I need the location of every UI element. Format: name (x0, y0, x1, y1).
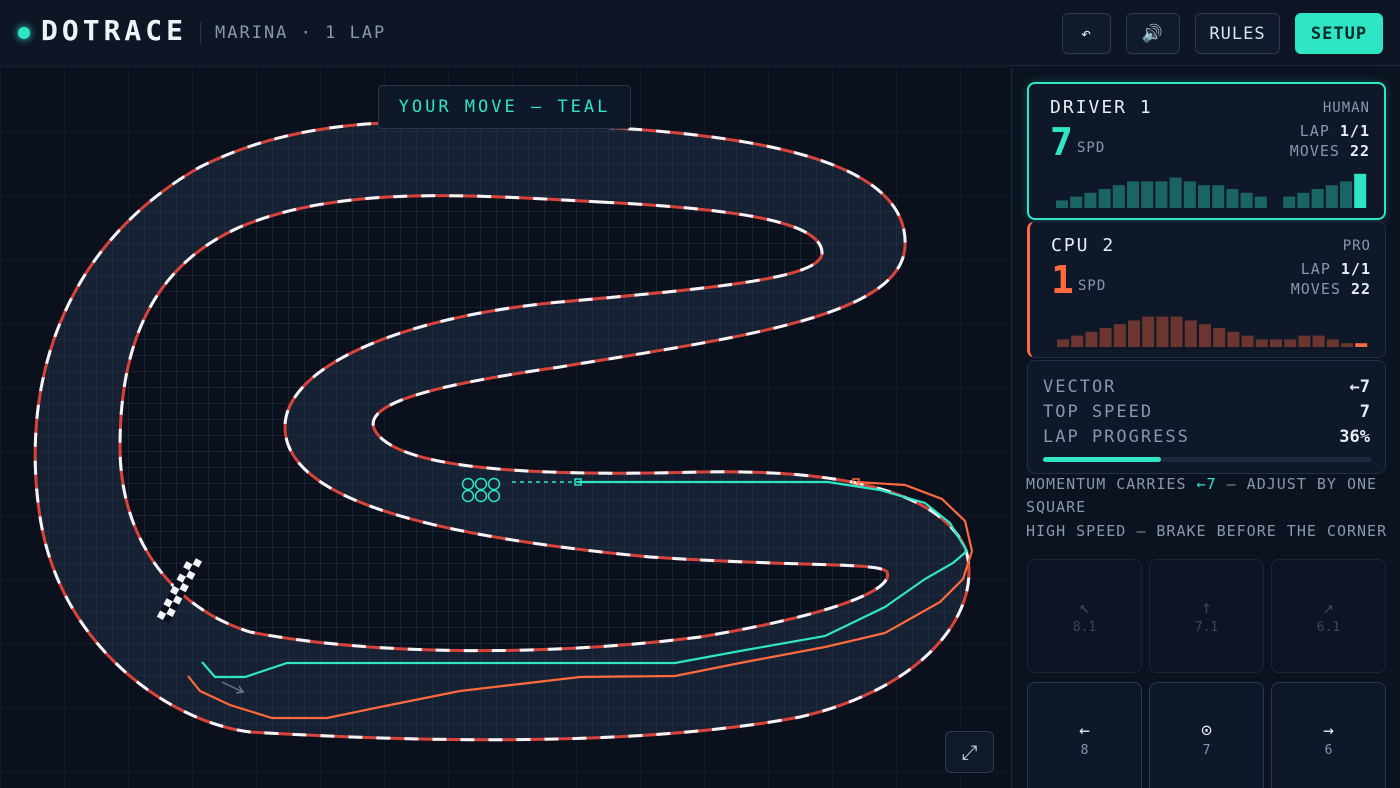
speed-bar (1056, 200, 1068, 208)
turn-banner: YOUR MOVE — TEAL (378, 85, 631, 129)
race-board[interactable]: YOUR MOVE — TEAL ⤢ (0, 67, 1010, 788)
speed-bar (1084, 192, 1097, 208)
player-card-cpu-2: CPU 2 PRO 1 SPD LAP 1/1 MOVES 22 (1027, 221, 1386, 358)
speed-unit: SPD (1078, 278, 1107, 294)
rules-button[interactable]: RULES (1195, 13, 1280, 54)
speed-bar (1127, 181, 1139, 208)
speed-bar (1183, 181, 1196, 208)
speed-bar (1297, 192, 1310, 208)
speed-bar (1184, 320, 1197, 347)
move-button-up: ↑ 7.1 (1149, 559, 1264, 673)
speed-bar (1057, 339, 1069, 347)
speed-bar (1213, 328, 1226, 347)
player-card-driver-1: DRIVER 1 HUMAN 7 SPD LAP 1/1 MOVES 22 (1027, 82, 1386, 220)
moves-stat: MOVES 22 (1289, 142, 1370, 160)
speed-bar (1085, 331, 1098, 347)
header-divider (200, 22, 201, 44)
speed-bar (1312, 335, 1325, 347)
speed-bar (1113, 324, 1126, 347)
lap-stat: LAP 1/1 (1299, 122, 1370, 140)
lap-progress-row: LAP PROGRESS 36% (1043, 427, 1370, 447)
expand-icon[interactable]: ⤢ (945, 731, 994, 773)
speed-bar (1325, 185, 1338, 208)
logo-dot-icon (18, 27, 30, 39)
setup-button[interactable]: SETUP (1295, 13, 1383, 54)
speed-bar (1170, 316, 1183, 347)
brake-hint: HIGH SPEED — BRAKE BEFORE THE CORNER (1026, 522, 1388, 540)
speed-bar (1298, 335, 1311, 347)
speed-bar (1340, 181, 1352, 208)
move-button-right[interactable]: → 6 (1271, 682, 1386, 788)
speed-bar (1311, 189, 1324, 208)
speed-bar (1341, 343, 1353, 347)
player-speed: 7 (1050, 120, 1073, 164)
speed-bar (1098, 189, 1111, 208)
player-name: DRIVER 1 (1050, 97, 1153, 118)
player-speed: 1 (1051, 258, 1074, 302)
top-speed-row: TOP SPEED 7 (1043, 402, 1370, 422)
moves-stat: MOVES 22 (1290, 280, 1371, 298)
speed-bar (1141, 181, 1154, 208)
speed-bar (1270, 339, 1282, 347)
speed-unit: SPD (1077, 140, 1106, 156)
player-type: PRO (1342, 238, 1371, 254)
speed-bar (1199, 324, 1211, 347)
speed-bar (1212, 185, 1225, 208)
speed-bar (1354, 173, 1367, 208)
sound-button[interactable]: 🔊 (1126, 13, 1180, 54)
player-type: HUMAN (1322, 100, 1370, 116)
speed-bar (1355, 343, 1368, 347)
race-info-panel: VECTOR ←7 TOP SPEED 7 LAP PROGRESS 36% (1027, 360, 1386, 474)
track-subtitle: MARINA · 1 LAP (215, 23, 387, 43)
move-button-up-right: ↗ 6.1 (1271, 559, 1386, 673)
speed-bar (1169, 177, 1182, 208)
lap-progress-bar (1043, 457, 1371, 462)
speed-bar (1156, 316, 1169, 347)
momentum-hint: MOMENTUM CARRIES ←7 — ADJUST BY ONE SQUA… (1026, 475, 1378, 516)
speed-bar (1326, 339, 1339, 347)
speed-bar (1226, 189, 1239, 208)
speed-bar (1071, 335, 1084, 347)
speed-bar (1227, 331, 1240, 347)
app-title: DOTRACE (41, 14, 188, 47)
speed-bar (1283, 196, 1296, 208)
speed-bar (1099, 328, 1112, 347)
move-button-coast[interactable]: ⊙ 7 (1149, 682, 1264, 788)
speed-bar (1240, 192, 1253, 208)
move-button-left[interactable]: ← 8 (1027, 682, 1142, 788)
vector-row: VECTOR ←7 (1043, 377, 1370, 397)
speed-bar (1112, 185, 1125, 208)
lap-stat: LAP 1/1 (1300, 260, 1371, 278)
speed-bar (1142, 316, 1155, 347)
speed-bar (1254, 196, 1267, 208)
speed-history-chart (1057, 316, 1368, 347)
move-button-up-left: ↖ 8.1 (1027, 559, 1142, 673)
speed-bar (1255, 339, 1268, 347)
undo-button[interactable]: ↶ (1062, 13, 1111, 54)
speed-history-chart (1056, 173, 1367, 208)
speed-bar (1155, 181, 1168, 208)
speed-bar (1241, 335, 1254, 347)
speed-bar (1284, 339, 1297, 347)
player-name: CPU 2 (1051, 235, 1116, 256)
side-panel: DRIVER 1 HUMAN 7 SPD LAP 1/1 MOVES 22 CP… (1011, 67, 1400, 788)
speed-bar (1198, 185, 1210, 208)
track-canvas[interactable] (0, 67, 1010, 788)
top-bar: DOTRACE MARINA · 1 LAP ↶ 🔊 RULES SETUP (0, 0, 1400, 66)
speed-bar (1128, 320, 1140, 347)
speed-bar (1070, 196, 1083, 208)
